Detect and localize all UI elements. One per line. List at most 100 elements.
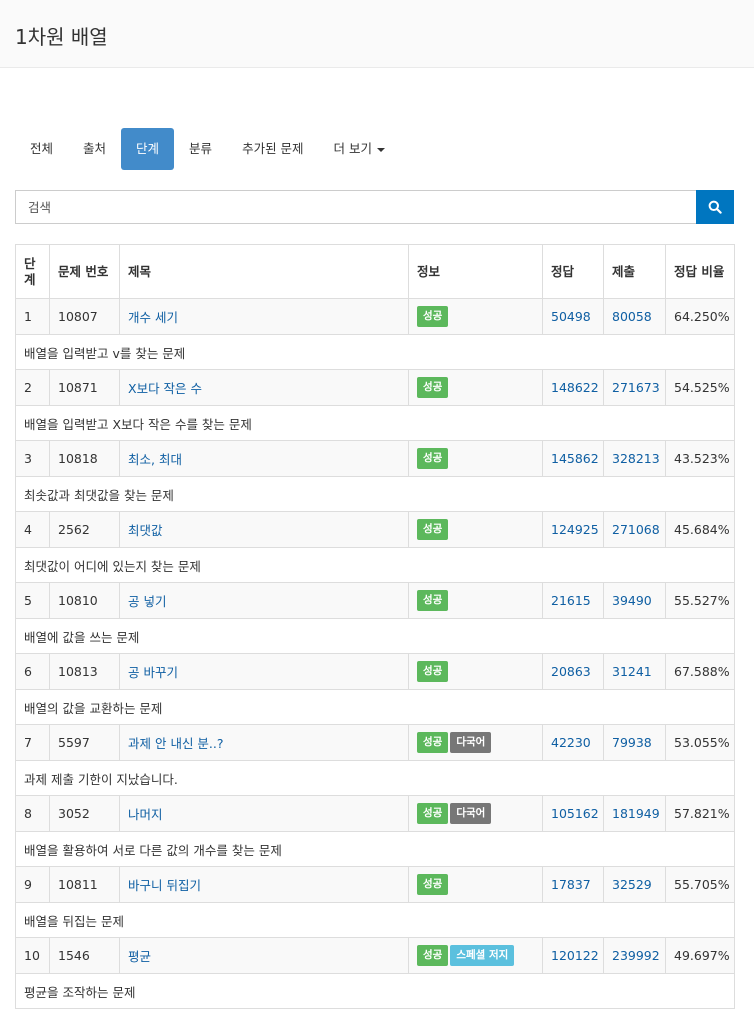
- correct-cell: 124925: [542, 511, 604, 548]
- problem-title-link[interactable]: 공 넣기: [128, 594, 166, 609]
- step-cell: 1: [15, 298, 50, 335]
- step-cell: 2: [15, 369, 50, 406]
- problem-title-link[interactable]: 공 바꾸기: [128, 665, 178, 680]
- problem-title-link[interactable]: 바구니 뒤집기: [128, 878, 201, 893]
- correct-count-link[interactable]: 148622: [551, 380, 599, 395]
- correct-count-link[interactable]: 50498: [551, 309, 591, 324]
- correct-count-link[interactable]: 145862: [551, 451, 599, 466]
- correct-count-link[interactable]: 21615: [551, 593, 591, 608]
- description-row: 배열을 활용하여 서로 다른 값의 개수를 찾는 문제: [15, 831, 735, 867]
- submit-count-link[interactable]: 271068: [612, 522, 660, 537]
- tab-category[interactable]: 분류: [174, 128, 227, 170]
- problem-title-link[interactable]: 나머지: [128, 807, 163, 822]
- problem-table: 단계 문제 번호 제목 정보 정답 제출 정답 비율 1 10807 개수 세기…: [15, 244, 735, 1009]
- ratio-cell: 55.705%: [665, 866, 735, 903]
- submit-count-link[interactable]: 32529: [612, 877, 652, 892]
- search-input[interactable]: [15, 190, 696, 224]
- tab-added-problems[interactable]: 추가된 문제: [227, 128, 318, 170]
- submit-count-link[interactable]: 181949: [612, 806, 660, 821]
- info-cell: 성공: [408, 866, 543, 903]
- submit-count-link[interactable]: 239992: [612, 948, 660, 963]
- problem-title-link[interactable]: 최소, 최대: [128, 452, 182, 467]
- submit-count-link[interactable]: 39490: [612, 593, 652, 608]
- description-row: 최솟값과 최댓값을 찾는 문제: [15, 476, 735, 512]
- ratio-cell: 43.523%: [665, 440, 735, 477]
- success-badge: 성공: [417, 732, 449, 753]
- submit-count-link[interactable]: 271673: [612, 380, 660, 395]
- tab-more[interactable]: 더 보기: [319, 128, 400, 170]
- correct-count-link[interactable]: 124925: [551, 522, 599, 537]
- success-badge: 성공: [417, 661, 449, 682]
- problem-description: 배열을 뒤집는 문제: [15, 902, 735, 938]
- submit-count-link[interactable]: 80058: [612, 309, 652, 324]
- tab-bar: 전체 출처 단계 분류 추가된 문제 더 보기: [15, 128, 400, 170]
- description-row: 과제 제출 기한이 지났습니다.: [15, 760, 735, 796]
- page-header: 1차원 배열: [0, 0, 754, 68]
- ratio-cell: 55.527%: [665, 582, 735, 619]
- step-cell: 8: [15, 795, 50, 832]
- correct-count-link[interactable]: 17837: [551, 877, 591, 892]
- ratio-cell: 53.055%: [665, 724, 735, 761]
- correct-count-link[interactable]: 20863: [551, 664, 591, 679]
- problem-title-link[interactable]: 과제 안 내신 분..?: [128, 736, 224, 751]
- submit-cell: 79938: [603, 724, 666, 761]
- step-cell: 7: [15, 724, 50, 761]
- info-cell: 성공: [408, 440, 543, 477]
- title-cell: 최댓값: [119, 511, 409, 548]
- tab-all[interactable]: 전체: [15, 128, 68, 170]
- title-cell: 개수 세기: [119, 298, 409, 335]
- header-title: 제목: [119, 244, 409, 299]
- multilingual-badge: 다국어: [450, 732, 492, 753]
- tab-more-label: 더 보기: [333, 141, 373, 156]
- submit-count-link[interactable]: 31241: [612, 664, 652, 679]
- problem-description: 배열을 활용하여 서로 다른 값의 개수를 찾는 문제: [15, 831, 735, 867]
- correct-cell: 120122: [542, 937, 604, 974]
- success-badge: 성공: [417, 803, 449, 824]
- problem-title-link[interactable]: 최댓값: [128, 523, 163, 538]
- success-badge: 성공: [417, 945, 449, 966]
- ratio-cell: 54.525%: [665, 369, 735, 406]
- submit-cell: 239992: [603, 937, 666, 974]
- info-cell: 성공: [408, 653, 543, 690]
- info-cell: 성공: [408, 582, 543, 619]
- correct-count-link[interactable]: 42230: [551, 735, 591, 750]
- submit-count-link[interactable]: 79938: [612, 735, 652, 750]
- table-row: 1 10807 개수 세기 성공 50498 80058 64.250%: [15, 298, 735, 335]
- caret-down-icon: [377, 147, 386, 152]
- submit-count-link[interactable]: 328213: [612, 451, 660, 466]
- search-icon: [708, 200, 722, 214]
- problem-title-link[interactable]: X보다 작은 수: [128, 381, 202, 396]
- description-row: 평균을 조작하는 문제: [15, 973, 735, 1009]
- problem-description: 평균을 조작하는 문제: [15, 973, 735, 1009]
- tab-step[interactable]: 단계: [121, 128, 175, 170]
- problem-id-cell: 10810: [49, 582, 120, 619]
- tab-source[interactable]: 출처: [68, 128, 121, 170]
- problem-title-link[interactable]: 개수 세기: [128, 310, 178, 325]
- table-row: 5 10810 공 넣기 성공 21615 39490 55.527%: [15, 582, 735, 619]
- correct-cell: 105162: [542, 795, 604, 832]
- header-ratio: 정답 비율: [665, 244, 735, 299]
- problem-id-cell: 10811: [49, 866, 120, 903]
- title-cell: 나머지: [119, 795, 409, 832]
- description-row: 최댓값이 어디에 있는지 찾는 문제: [15, 547, 735, 583]
- search-button[interactable]: [696, 190, 734, 224]
- problem-description: 과제 제출 기한이 지났습니다.: [15, 760, 735, 796]
- submit-cell: 39490: [603, 582, 666, 619]
- header-step: 단계: [15, 244, 50, 299]
- title-cell: 과제 안 내신 분..?: [119, 724, 409, 761]
- description-row: 배열을 입력받고 X보다 작은 수를 찾는 문제: [15, 405, 735, 441]
- page-title: 1차원 배열: [15, 25, 108, 49]
- description-row: 배열의 값을 교환하는 문제: [15, 689, 735, 725]
- submit-cell: 32529: [603, 866, 666, 903]
- problem-title-link[interactable]: 평균: [128, 949, 151, 964]
- submit-cell: 328213: [603, 440, 666, 477]
- title-cell: X보다 작은 수: [119, 369, 409, 406]
- title-cell: 평균: [119, 937, 409, 974]
- header-submit: 제출: [603, 244, 666, 299]
- info-cell: 성공 다국어: [408, 724, 543, 761]
- step-cell: 10: [15, 937, 50, 974]
- correct-count-link[interactable]: 105162: [551, 806, 599, 821]
- step-cell: 4: [15, 511, 50, 548]
- special-judge-badge: 스페셜 저지: [450, 945, 515, 966]
- correct-count-link[interactable]: 120122: [551, 948, 599, 963]
